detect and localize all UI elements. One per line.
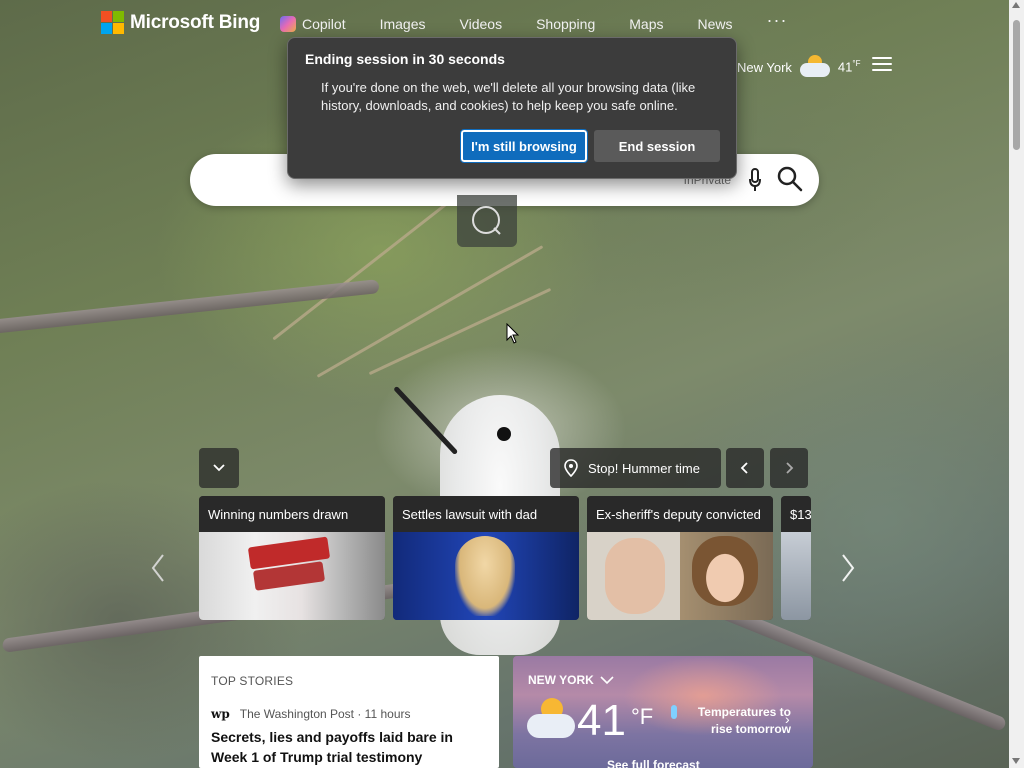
more-icon[interactable]: ···	[767, 10, 788, 31]
chevron-left-icon	[740, 462, 748, 474]
end-session-button[interactable]: End session	[594, 130, 720, 162]
nav-maps[interactable]: Maps	[629, 16, 663, 32]
partly-cloudy-icon	[799, 55, 830, 79]
mouse-cursor-icon	[506, 323, 520, 344]
chevron-right-icon	[786, 462, 794, 474]
carousel-next-icon[interactable]	[840, 553, 856, 590]
story-source-text: The Washington Post · 11 hours	[239, 707, 411, 721]
nav-videos[interactable]: Videos	[460, 16, 503, 32]
nav-label: Videos	[459, 16, 503, 32]
logo-text: Microsoft Bing	[130, 11, 261, 33]
microsoft-logo-icon	[101, 11, 124, 34]
news-card-image	[393, 532, 579, 620]
weather-location: New York	[737, 59, 792, 75]
scroll-up-icon[interactable]	[1012, 2, 1020, 8]
nav-label: Images	[379, 16, 426, 32]
nav-news[interactable]: News	[697, 16, 732, 32]
chevron-down-icon	[213, 464, 225, 472]
story-headline[interactable]: Secrets, lies and payoffs laid bare in W…	[211, 727, 491, 767]
news-card-title: Ex-sheriff's deputy convicted	[587, 496, 773, 532]
partly-cloudy-icon	[527, 698, 575, 740]
visual-search-icon	[472, 206, 501, 235]
search-icon[interactable]	[777, 166, 803, 192]
bing-logo[interactable]: Microsoft Bing	[101, 11, 260, 34]
still-browsing-button[interactable]: I'm still browsing	[460, 129, 588, 163]
nav-label: Shopping	[536, 16, 596, 32]
nav-label: Maps	[629, 16, 664, 32]
dialog-body: If you're done on the web, we'll delete …	[321, 80, 696, 113]
top-stories-heading: TOP STORIES	[211, 674, 294, 688]
chevron-right-icon[interactable]: ›	[785, 711, 790, 727]
news-card[interactable]: Ex-sheriff's deputy convicted	[587, 496, 773, 620]
header-weather[interactable]: New York 41°F	[737, 55, 860, 79]
news-card-image	[587, 532, 773, 620]
weather-card-temp: 41	[577, 696, 626, 745]
news-card[interactable]: $13	[781, 496, 811, 620]
nav-label: News	[697, 16, 733, 32]
nav-label: Copilot	[302, 16, 346, 32]
news-card[interactable]: Winning numbers drawn	[199, 496, 385, 620]
visual-search-button[interactable]	[457, 195, 517, 247]
nav-shopping[interactable]: Shopping	[536, 16, 595, 32]
carousel-prev-icon[interactable]	[150, 553, 166, 590]
hamburger-menu-icon[interactable]	[872, 57, 892, 71]
image-title: Stop! Hummer time	[588, 460, 700, 476]
thermometer-icon	[671, 705, 677, 719]
nav-images[interactable]: Images	[380, 16, 426, 32]
scrollbar[interactable]	[1009, 0, 1024, 768]
top-nav: Copilot Images Videos Shopping Maps News…	[280, 10, 821, 32]
chevron-down-icon	[600, 675, 614, 684]
weather-city[interactable]: NEW YORK	[528, 673, 614, 687]
weather-card[interactable]: NEW YORK 41 °F Temperatures to rise tomo…	[513, 656, 813, 768]
copilot-icon	[280, 16, 296, 32]
top-stories-card[interactable]: TOP STORIES wp The Washington Post · 11 …	[199, 656, 499, 768]
location-pin-icon	[564, 459, 578, 477]
weather-card-unit: °F	[631, 704, 654, 729]
next-image-button[interactable]	[770, 448, 808, 488]
weather-card-note: Temperatures to rise tomorrow	[697, 705, 791, 736]
nav-copilot[interactable]: Copilot	[280, 16, 346, 32]
news-card-title: Settles lawsuit with dad	[393, 496, 579, 532]
dialog-title: Ending session in 30 seconds	[305, 51, 505, 67]
news-card-title: Winning numbers drawn	[199, 496, 385, 532]
news-card[interactable]: Settles lawsuit with dad	[393, 496, 579, 620]
session-ending-dialog: Ending session in 30 seconds If you're d…	[287, 37, 737, 179]
weather-temp: 41°F	[837, 59, 861, 75]
collapse-button[interactable]	[199, 448, 239, 488]
news-card-image	[781, 532, 811, 620]
scroll-thumb[interactable]	[1013, 20, 1020, 150]
story-source: wp The Washington Post · 11 hours	[211, 707, 411, 721]
washington-post-logo-icon: wp	[211, 707, 230, 721]
see-full-forecast-link[interactable]: See full forecast	[607, 758, 700, 768]
news-card-title: $13	[781, 496, 811, 532]
scroll-down-icon[interactable]	[1012, 758, 1020, 764]
previous-image-button[interactable]	[726, 448, 764, 488]
hummingbird-eye	[497, 427, 511, 441]
news-card-image	[199, 532, 385, 620]
microphone-icon[interactable]	[749, 168, 761, 192]
image-info-button[interactable]: Stop! Hummer time	[550, 448, 721, 488]
